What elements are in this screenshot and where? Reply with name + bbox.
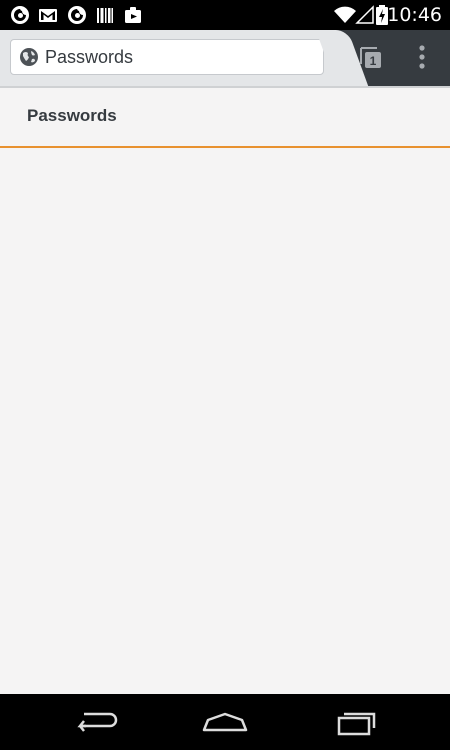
screen: 10:46 Passwords 1 Passwords	[0, 0, 450, 750]
recents-icon[interactable]	[333, 706, 383, 738]
globe-icon	[20, 48, 38, 66]
page-title: Passwords	[27, 106, 117, 125]
navigation-bar	[0, 694, 450, 750]
firefox-icon	[11, 6, 29, 24]
url-bar-background: Passwords	[0, 30, 342, 86]
gmail-icon	[39, 9, 57, 22]
wifi-icon	[334, 6, 356, 23]
status-bar: 10:46	[0, 0, 450, 30]
home-icon[interactable]	[200, 706, 250, 738]
tabs-counter-button[interactable]: 1	[356, 42, 386, 72]
url-text: Passwords	[45, 46, 134, 67]
barcode-icon	[97, 8, 113, 23]
status-time: 10:46	[387, 4, 442, 26]
overflow-menu-icon[interactable]	[410, 42, 434, 72]
tab-count: 1	[370, 54, 377, 68]
firefox-icon	[68, 6, 86, 24]
url-field[interactable]: Passwords	[10, 39, 324, 75]
cell-signal-icon	[355, 5, 374, 24]
browser-toolbar: Passwords 1	[0, 30, 450, 86]
page-header: Passwords	[0, 88, 450, 146]
media-icon	[125, 7, 141, 23]
passwords-list	[0, 148, 450, 694]
back-icon[interactable]	[70, 706, 120, 738]
